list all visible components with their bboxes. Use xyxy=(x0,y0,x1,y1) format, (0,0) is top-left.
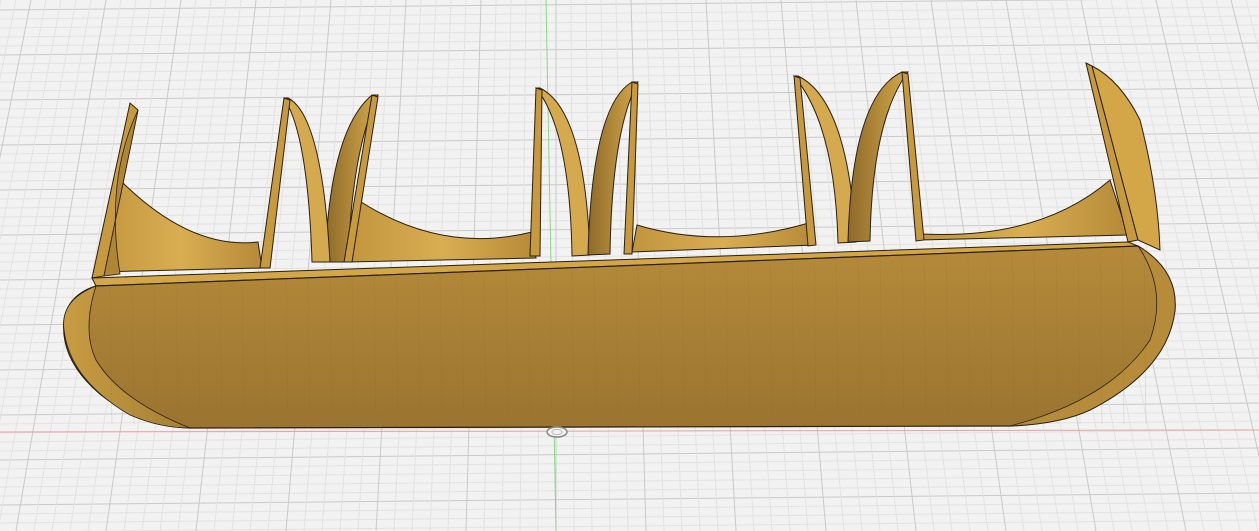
cradle-surface-3[interactable] xyxy=(631,221,816,253)
divider-1[interactable] xyxy=(259,97,291,269)
cradle-surface-1[interactable] xyxy=(97,179,263,273)
origin-icon[interactable] xyxy=(546,426,568,438)
viewport-canvas[interactable] xyxy=(0,0,1259,531)
cradle-wall-3b xyxy=(847,71,909,243)
cad-viewport[interactable] xyxy=(0,0,1259,531)
cradle-wall-1a xyxy=(283,97,331,263)
